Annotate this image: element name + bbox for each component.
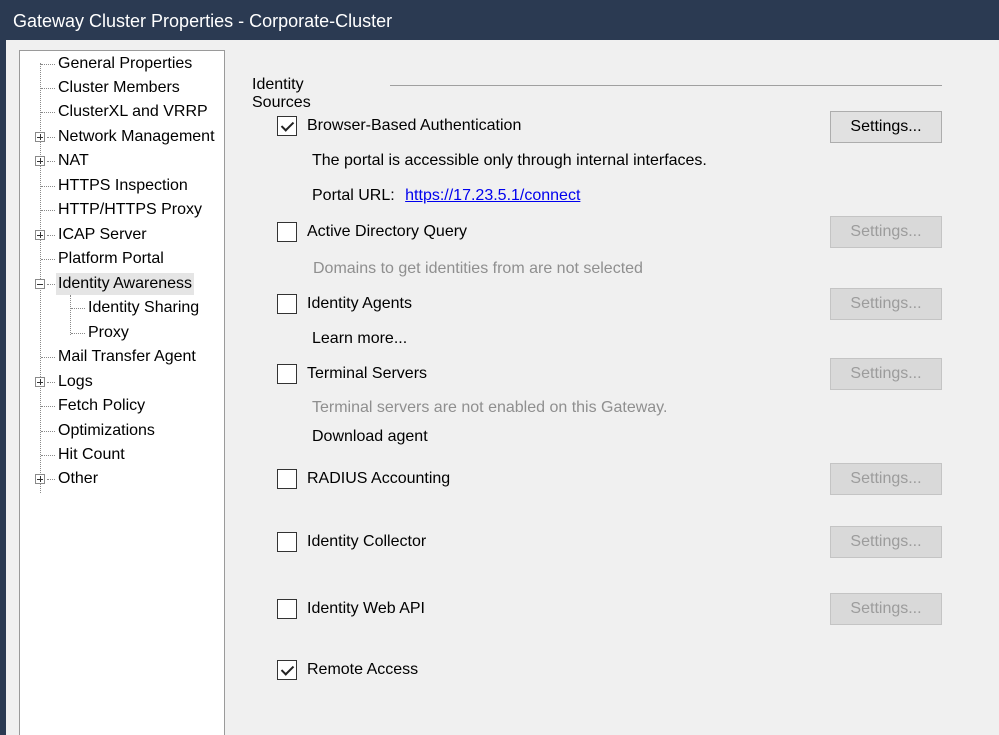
terminal-servers-note: Terminal servers are not enabled on this… [312, 399, 668, 416]
tree-item-mail-transfer-agent[interactable]: Mail Transfer Agent [20, 346, 220, 368]
remote-access-checkbox[interactable] [277, 660, 297, 680]
identity-agents-checkbox-row[interactable]: Identity Agents [277, 294, 777, 316]
identity-web-api-checkbox[interactable] [277, 599, 297, 619]
tree-item-label: Identity Sharing [88, 299, 200, 316]
identity-web-api-label: Identity Web API [307, 600, 425, 617]
tree-item-icap-server[interactable]: ICAP Server [20, 224, 220, 246]
remote-access-checkbox-row[interactable]: Remote Access [277, 660, 777, 682]
expand-plus-icon[interactable] [35, 377, 45, 387]
tree-item-label: ICAP Server [58, 226, 147, 243]
tree-item-proxy[interactable]: Proxy [20, 322, 220, 344]
radius-checkbox-row[interactable]: RADIUS Accounting [277, 469, 777, 491]
identity-collector-checkbox-row[interactable]: Identity Collector [277, 532, 777, 554]
identity-collector-checkbox[interactable] [277, 532, 297, 552]
tree-item-label: HTTP/HTTPS Proxy [58, 201, 203, 218]
tree-item-logs[interactable]: Logs [20, 371, 220, 393]
tree-item-label: Mail Transfer Agent [58, 348, 196, 365]
expand-plus-icon[interactable] [35, 230, 45, 240]
learn-more-link[interactable]: Learn more... [312, 330, 407, 348]
group-divider [390, 85, 942, 86]
tree-item-label: Proxy [88, 324, 129, 341]
tree-item-label: Logs [58, 373, 93, 390]
tree-item-other[interactable]: Other [20, 468, 220, 490]
radius-label: RADIUS Accounting [307, 470, 451, 487]
terminal-servers-label: Terminal Servers [307, 365, 428, 382]
tree-item-general-properties[interactable]: General Properties [20, 53, 220, 75]
tree-item-http-https-proxy[interactable]: HTTP/HTTPS Proxy [20, 199, 220, 221]
tree-item-cluster-members[interactable]: Cluster Members [20, 77, 220, 99]
identity-collector-settings-button[interactable]: Settings... [830, 526, 942, 558]
portal-note: The portal is accessible only through in… [312, 152, 707, 169]
tree-item-label: NAT [58, 152, 89, 169]
tree-item-nat[interactable]: NAT [20, 150, 220, 172]
tree-item-fetch-policy[interactable]: Fetch Policy [20, 395, 220, 417]
collapse-minus-icon[interactable] [35, 279, 45, 289]
tree-item-label: Network Management [58, 128, 215, 145]
browser-auth-settings-button[interactable]: Settings... [830, 111, 942, 143]
ad-query-checkbox-row[interactable]: Active Directory Query [277, 222, 777, 244]
download-agent-link[interactable]: Download agent [312, 428, 428, 446]
ad-query-checkbox[interactable] [277, 222, 297, 242]
group-title: Identity Sources [252, 76, 311, 111]
portal-url-label: Portal URL: [312, 187, 395, 204]
tree-item-optimizations[interactable]: Optimizations [20, 420, 220, 442]
window-title: Gateway Cluster Properties - Corporate-C… [13, 11, 393, 31]
expand-plus-icon[interactable] [35, 156, 45, 166]
navigation-tree[interactable]: General Properties Cluster Members Clust… [19, 50, 225, 735]
tree-item-network-management[interactable]: Network Management [20, 126, 224, 148]
tree-item-label: Platform Portal [58, 250, 164, 267]
window-title-bar: Gateway Cluster Properties - Corporate-C… [0, 0, 999, 40]
identity-agents-label: Identity Agents [307, 295, 412, 312]
tree-item-platform-portal[interactable]: Platform Portal [20, 248, 220, 270]
identity-web-api-checkbox-row[interactable]: Identity Web API [277, 599, 777, 621]
browser-auth-label: Browser-Based Authentication [307, 117, 522, 134]
tree-item-label: General Properties [58, 55, 193, 72]
identity-web-api-settings-button[interactable]: Settings... [830, 593, 942, 625]
radius-settings-button[interactable]: Settings... [830, 463, 942, 495]
tree-item-label: HTTPS Inspection [58, 177, 188, 194]
tree-item-identity-sharing[interactable]: Identity Sharing [20, 297, 220, 319]
browser-auth-checkbox[interactable] [277, 116, 297, 136]
tree-item-label: Hit Count [58, 446, 125, 463]
tree-item-label: Cluster Members [58, 79, 180, 96]
ad-query-note: Domains to get identities from are not s… [313, 260, 643, 277]
expand-plus-icon[interactable] [35, 132, 45, 142]
tree-item-label: Optimizations [58, 422, 155, 439]
tree-item-label: Fetch Policy [58, 397, 146, 414]
ad-query-settings-button[interactable]: Settings... [830, 216, 942, 248]
identity-collector-label: Identity Collector [307, 533, 427, 550]
ad-query-label: Active Directory Query [307, 223, 468, 240]
expand-plus-icon[interactable] [35, 474, 45, 484]
portal-url-link[interactable]: https://17.23.5.1/connect [405, 187, 580, 204]
terminal-servers-checkbox-row[interactable]: Terminal Servers [277, 364, 777, 386]
terminal-servers-checkbox[interactable] [277, 364, 297, 384]
tree-item-clusterxl-vrrp[interactable]: ClusterXL and VRRP [20, 101, 220, 123]
identity-agents-checkbox[interactable] [277, 294, 297, 314]
tree-item-hit-count[interactable]: Hit Count [20, 444, 220, 466]
terminal-servers-settings-button[interactable]: Settings... [830, 358, 942, 390]
remote-access-label: Remote Access [307, 661, 419, 678]
identity-agents-settings-button[interactable]: Settings... [830, 288, 942, 320]
tree-item-identity-awareness[interactable]: Identity Awareness [20, 273, 220, 295]
radius-checkbox[interactable] [277, 469, 297, 489]
tree-item-label: ClusterXL and VRRP [58, 103, 208, 120]
portal-url-row: Portal URL: https://17.23.5.1/connect [312, 187, 580, 205]
tree-item-label: Other [58, 470, 99, 487]
tree-item-label: Identity Awareness [56, 273, 195, 295]
tree-item-https-inspection[interactable]: HTTPS Inspection [20, 175, 220, 197]
browser-auth-checkbox-row[interactable]: Browser-Based Authentication [277, 116, 777, 138]
